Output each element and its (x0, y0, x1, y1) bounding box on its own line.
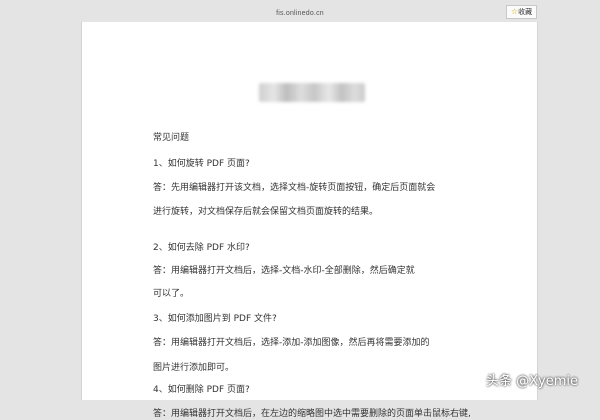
answer-3-line-2: 图片进行添加即可。 (153, 363, 235, 373)
document-page: 常见问题 1、如何旋转 PDF 页面? 答：先用编辑器打开该文档，选择文档-旋转… (81, 22, 538, 419)
answer-2-line-2: 可以了。 (153, 289, 190, 299)
answer-1-line-1: 答：先用编辑器打开该文档，选择文档-旋转页面按钮，确定后页面就会 (153, 183, 436, 193)
answer-2-line-1: 答：用编辑器打开文档后，选择-文档-水印-全部删除，然后确定就 (153, 266, 415, 276)
question-1: 1、如何旋转 PDF 页面? (153, 159, 250, 169)
url-text: fis.onlinedo.cn (276, 10, 324, 17)
question-3: 3、如何添加图片到 PDF 文件? (153, 314, 277, 324)
answer-3-line-1: 答：用编辑器打开文档后，选择-添加-添加图像，然后再将需要添加的 (153, 338, 430, 348)
answer-1-line-2: 进行旋转，对文档保存后就会保留文档页面旋转的结果。 (153, 207, 379, 217)
question-4: 4、如何删除 PDF 页面? (153, 385, 250, 395)
answer-4-line-1: 答：用编辑器打开文档后，在左边的缩略图中选中需要删除的页面单击鼠标右键, (153, 409, 471, 419)
watermark-text: 头条 @Xyemie (486, 374, 579, 389)
favorite-button[interactable]: ☆收藏 (506, 5, 537, 19)
favorite-label: 收藏 (518, 8, 533, 16)
section-heading: 常见问题 (153, 133, 190, 143)
question-2: 2、如何去除 PDF 水印? (153, 243, 250, 253)
redacted-title-image (259, 83, 365, 102)
star-icon: ☆ (510, 7, 519, 16)
